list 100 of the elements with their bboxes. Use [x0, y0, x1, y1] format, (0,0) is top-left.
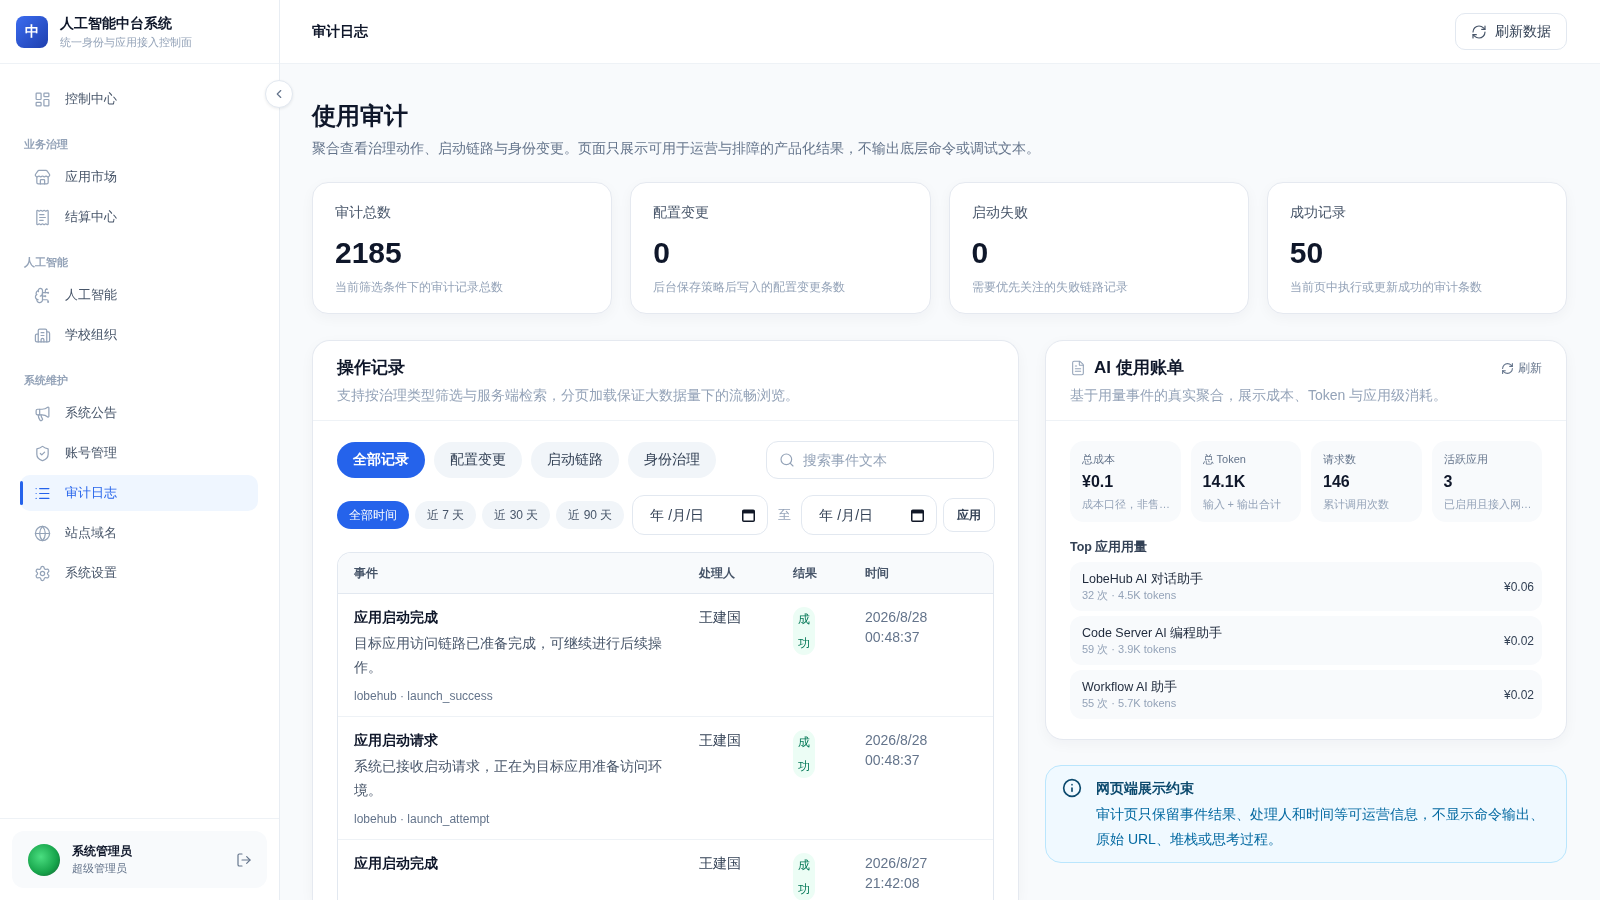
page-description: 聚合查看治理动作、启动链路与身份变更。页面只展示可用于运营与排障的产品化结果，不输出底层命令或调试文本。 [312, 139, 1040, 158]
event-title: 应用启动请求 [354, 731, 438, 750]
nav-item[interactable]: 应用市场 [20, 159, 258, 195]
settings-icon [34, 564, 51, 582]
billing-refresh-button[interactable]: 刷新 [1493, 355, 1542, 381]
brain-icon [34, 286, 51, 304]
event-title: 应用启动完成 [354, 608, 438, 627]
apply-button[interactable]: 应用 [943, 498, 996, 532]
calendar-icon[interactable] [742, 508, 756, 522]
range-separator: 至 [778, 506, 792, 524]
metric-value: 14.1K [1202, 472, 1246, 492]
app-usage: 59 次 · 3.9K tokens [1082, 641, 1177, 657]
metric-caption: 成本口径，非售… [1082, 497, 1170, 512]
search-field[interactable]: 搜索事件文本 [766, 441, 994, 479]
nav-section-label: 人工智能 [24, 255, 68, 269]
refresh-button[interactable]: 刷新数据 [1455, 13, 1567, 50]
user-role: 超级管理员 [72, 861, 127, 876]
date-input[interactable]: 年 /月/日 [650, 507, 737, 523]
date-input[interactable]: 年 /月/日 [819, 507, 906, 523]
calendar-icon[interactable] [911, 508, 925, 522]
app-cost: ¥0.06 [1503, 579, 1534, 594]
type-filter-tab[interactable]: 启动链路 [531, 442, 619, 478]
user-avatar [28, 843, 60, 876]
metric-label: 总 Token [1202, 452, 1246, 467]
nav-item[interactable]: 账号管理 [20, 435, 258, 471]
nav-item[interactable]: 系统设置 [20, 555, 258, 591]
panel-title: 操作记录 [337, 357, 405, 379]
event-meta: lobehub · launch_success [354, 688, 493, 705]
event-time: 2026/8/28 00:48:37 [865, 608, 929, 647]
result-badge: 成功 [793, 853, 815, 900]
handler-name: 王建国 [699, 854, 741, 873]
top-apps-title: Top 应用用量 [1070, 538, 1148, 556]
stat-label: 启动失败 [971, 203, 1028, 221]
event-meta: lobehub · launch_attempt [354, 811, 490, 828]
nav-section-label: 业务治理 [24, 137, 68, 151]
stat-caption: 当前页中执行或更新成功的审计条数 [1289, 279, 1482, 295]
nav-item[interactable]: 控制中心 [20, 81, 258, 117]
metric-label: 总成本 [1082, 452, 1115, 467]
refresh-icon [1471, 23, 1487, 40]
notice-title: 网页端展示约束 [1096, 779, 1194, 798]
event-time: 2026/8/28 00:48:37 [865, 731, 929, 770]
metric-caption: 累计调用次数 [1323, 497, 1389, 512]
billing-description: 基于用量事件的真实聚合，展示成本、Token 与应用级消耗。 [1070, 386, 1448, 405]
event-description: 系统已接收启动请求，正在为目标应用准备访问环境。 [354, 757, 663, 800]
stat-caption: 当前筛选条件下的审计记录总数 [335, 279, 503, 295]
handler-name: 王建国 [699, 608, 741, 627]
brand-logo: 中 [16, 15, 48, 48]
date-field[interactable]: 年 /月/日 [801, 495, 938, 535]
time-filter-pill[interactable]: 近 7 天 [415, 501, 477, 529]
date-field[interactable]: 年 /月/日 [632, 495, 769, 535]
nav-item[interactable]: 站点域名 [20, 515, 258, 551]
app-cost: ¥0.02 [1503, 633, 1534, 648]
column-header: 事件 [354, 564, 378, 582]
nav-item[interactable]: 学校组织 [20, 317, 258, 353]
app-name: LobeHub AI 对话助手 [1082, 570, 1203, 587]
refresh-icon [1501, 361, 1514, 375]
user-name: 系统管理员 [72, 843, 132, 859]
time-filter-pill[interactable]: 近 90 天 [556, 501, 625, 529]
time-filter-pill[interactable]: 近 30 天 [482, 501, 551, 529]
result-badge: 成功 [793, 607, 815, 655]
app-usage: 55 次 · 5.7K tokens [1082, 695, 1177, 711]
event-title: 应用启动完成 [354, 854, 438, 873]
receipt-icon [34, 208, 51, 226]
nav-item[interactable]: 人工智能 [20, 277, 258, 313]
shield-check-icon [34, 444, 51, 462]
metric-value: ¥0.1 [1082, 472, 1114, 492]
nav-item[interactable]: 系统公告 [20, 395, 258, 431]
billing-title: AI 使用账单 [1094, 357, 1184, 379]
logout-icon[interactable] [236, 851, 252, 868]
app-cost: ¥0.02 [1503, 687, 1534, 702]
type-filter-tab[interactable]: 身份治理 [628, 442, 716, 478]
stat-value: 50 [1289, 236, 1324, 270]
type-filter-tab[interactable]: 配置变更 [434, 442, 522, 478]
megaphone-icon [34, 404, 51, 422]
app-name: Code Server AI 编程助手 [1082, 624, 1223, 641]
type-filter-tab[interactable]: 全部记录 [337, 442, 425, 478]
page-title: 使用审计 [312, 101, 408, 131]
stat-value: 0 [653, 236, 670, 270]
search-input[interactable]: 搜索事件文本 [803, 452, 981, 468]
event-description: 目标应用访问链路已准备完成，可继续进行后续操作。 [354, 634, 663, 677]
info-icon [1062, 778, 1082, 798]
column-header: 时间 [865, 564, 889, 582]
stat-label: 配置变更 [653, 203, 710, 221]
store-icon [34, 168, 51, 186]
handler-name: 王建国 [699, 731, 741, 750]
metric-label: 活跃应用 [1443, 452, 1488, 467]
stat-caption: 后台保存策略后写入的配置变更条数 [653, 279, 846, 295]
nav-item[interactable]: 结算中心 [20, 199, 258, 235]
metric-value: 3 [1443, 472, 1453, 492]
nav-item[interactable]: 审计日志 [20, 475, 258, 511]
metric-value: 146 [1323, 472, 1350, 492]
notice-text: 审计页只保留事件结果、处理人和时间等可运营信息，不显示命令输出、原始 URL、堆栈或思考过程。 [1096, 805, 1545, 849]
metric-label: 请求数 [1323, 452, 1356, 467]
event-time: 2026/8/27 21:42:08 [865, 854, 929, 893]
app-name: Workflow AI 助手 [1082, 678, 1178, 695]
column-header: 结果 [793, 564, 817, 582]
nav-section-label: 系统维护 [24, 373, 68, 387]
time-filter-pill[interactable]: 全部时间 [337, 501, 409, 529]
stat-value: 2185 [335, 236, 402, 270]
result-badge: 成功 [793, 730, 815, 778]
